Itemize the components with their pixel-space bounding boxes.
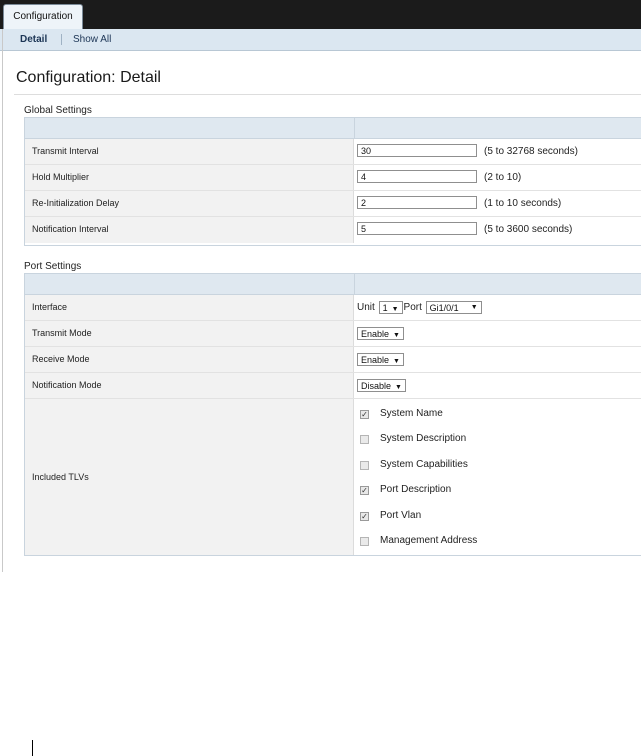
notification-interval-label: Notification Interval <box>25 217 354 243</box>
hold-multiplier-row: Hold Multiplier (2 to 10) <box>25 165 641 191</box>
reinit-delay-row: Re-Initialization Delay (1 to 10 seconds… <box>25 191 641 217</box>
checkbox-checked-icon[interactable]: ✓ <box>360 410 369 419</box>
unit-select[interactable]: 1 ▼ <box>378 300 403 314</box>
title-divider <box>14 94 641 95</box>
global-settings-header <box>25 118 641 139</box>
tlv-label: System Name <box>380 408 443 419</box>
notification-mode-label: Notification Mode <box>25 373 354 398</box>
tlv-label: Port Description <box>380 484 452 495</box>
page-title: Configuration: Detail <box>16 69 161 86</box>
port-settings-header <box>25 274 641 295</box>
chevron-down-icon: ▼ <box>393 332 400 339</box>
notification-interval-range: (5 to 3600 seconds) <box>484 224 573 235</box>
reinit-delay-input[interactable] <box>357 196 477 209</box>
port-label: Port <box>403 302 422 313</box>
transmit-mode-label: Transmit Mode <box>25 321 354 346</box>
page-margin-mark <box>32 740 33 756</box>
transmit-mode-value: Enable <box>361 329 390 339</box>
reinit-delay-label: Re-Initialization Delay <box>25 191 354 216</box>
tlv-label: Management Address <box>380 535 478 546</box>
subnav-detail-link[interactable]: Detail <box>20 29 47 50</box>
tab-configuration[interactable]: Configuration <box>3 4 83 29</box>
notification-mode-value: Disable <box>361 381 392 391</box>
receive-mode-select[interactable]: Enable ▼ <box>357 353 404 366</box>
interface-label: Interface <box>25 295 354 320</box>
checkbox-checked-icon[interactable]: ✓ <box>360 486 369 495</box>
unit-label: Unit <box>357 302 375 313</box>
tlv-checkbox-list: ✓ System Name System Description System … <box>354 399 641 555</box>
transmit-interval-input[interactable] <box>357 144 477 157</box>
included-tlvs-row: Included TLVs ✓ System Name System Descr… <box>25 399 641 555</box>
port-value: Gi1/0/1 <box>429 302 459 313</box>
hold-multiplier-input[interactable] <box>357 170 477 183</box>
port-settings-title: Port Settings <box>24 261 82 272</box>
global-settings-table: Transmit Interval (5 to 32768 seconds) H… <box>24 117 641 246</box>
chevron-down-icon: ▼ <box>391 305 399 313</box>
receive-mode-label: Receive Mode <box>25 347 354 372</box>
global-settings-title: Global Settings <box>24 105 92 116</box>
included-tlvs-label: Included TLVs <box>25 399 354 555</box>
left-border <box>2 29 3 572</box>
checkbox-icon[interactable] <box>360 461 369 470</box>
receive-mode-row: Receive Mode Enable ▼ <box>25 347 641 373</box>
interface-row: Interface Unit 1 ▼ Port Gi1/0/1 ▼ <box>25 295 641 321</box>
tlv-label: Port Vlan <box>380 510 422 521</box>
port-settings-table: Interface Unit 1 ▼ Port Gi1/0/1 ▼ Transmit … <box>24 273 641 556</box>
sub-navigation: Detail Show All <box>0 29 641 51</box>
subnav-divider <box>61 34 62 45</box>
transmit-interval-range: (5 to 32768 seconds) <box>484 146 578 157</box>
reinit-delay-range: (1 to 10 seconds) <box>484 198 562 209</box>
transmit-mode-select[interactable]: Enable ▼ <box>357 327 404 340</box>
chevron-down-icon: ▼ <box>470 303 478 311</box>
subnav-show-all-link[interactable]: Show All <box>73 29 111 50</box>
tlv-label: System Capabilities <box>380 459 468 470</box>
checkbox-checked-icon[interactable]: ✓ <box>360 512 369 521</box>
checkbox-icon[interactable] <box>360 537 369 546</box>
transmit-mode-row: Transmit Mode Enable ▼ <box>25 321 641 347</box>
notification-interval-row: Notification Interval (5 to 3600 seconds… <box>25 217 641 243</box>
chevron-down-icon: ▼ <box>393 358 400 365</box>
app-frame: Configuration Detail Show All Configurat… <box>0 0 641 572</box>
notification-mode-row: Notification Mode Disable ▼ <box>25 373 641 399</box>
hold-multiplier-range: (2 to 10) <box>484 172 522 183</box>
hold-multiplier-label: Hold Multiplier <box>25 165 354 190</box>
receive-mode-value: Enable <box>361 355 390 365</box>
chevron-down-icon: ▼ <box>395 384 402 391</box>
tlv-label: System Description <box>380 433 467 444</box>
notification-interval-input[interactable] <box>357 222 477 235</box>
transmit-interval-row: Transmit Interval (5 to 32768 seconds) <box>25 139 641 165</box>
unit-value: 1 <box>382 302 388 313</box>
transmit-interval-label: Transmit Interval <box>25 139 354 164</box>
port-select[interactable]: Gi1/0/1 ▼ <box>425 300 482 314</box>
interface-selector: Unit 1 ▼ Port Gi1/0/1 ▼ <box>357 295 483 320</box>
top-tab-bar: Configuration <box>0 0 641 29</box>
checkbox-icon[interactable] <box>360 435 369 444</box>
notification-mode-select[interactable]: Disable ▼ <box>357 379 406 392</box>
